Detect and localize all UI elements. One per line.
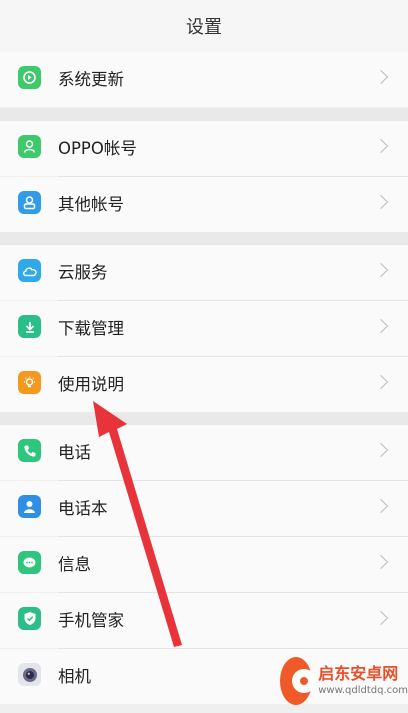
camera-icon bbox=[18, 663, 41, 686]
settings-row-other-accounts[interactable]: 其他帐号 bbox=[0, 177, 408, 232]
chevron-right-icon bbox=[373, 318, 389, 334]
shield-icon bbox=[18, 607, 41, 630]
message-icon bbox=[18, 551, 41, 574]
watermark-name: 启东安卓网 bbox=[318, 664, 399, 683]
settings-row-system-update[interactable]: 系统更新 bbox=[0, 52, 408, 107]
row-label: 手机管家 bbox=[58, 611, 124, 630]
row-label: 信息 bbox=[58, 555, 91, 574]
settings-row-download-manager[interactable]: 下载管理 bbox=[0, 301, 408, 356]
watermark-url: www.qdldtdq.com bbox=[318, 685, 408, 696]
chevron-right-icon bbox=[373, 374, 389, 390]
settings-row-cloud-service[interactable]: 云服务 bbox=[0, 245, 408, 300]
watermark: 启东安卓网 www.qdldtdq.com bbox=[278, 649, 408, 713]
section-gap bbox=[0, 232, 408, 245]
settings-row-phone-manager[interactable]: 手机管家 bbox=[0, 593, 408, 648]
row-label: 电话本 bbox=[58, 499, 108, 518]
phone-icon bbox=[18, 439, 41, 462]
settings-row-phone[interactable]: 电话 bbox=[0, 425, 408, 480]
row-label: 系统更新 bbox=[58, 70, 124, 89]
row-label: 电话 bbox=[58, 443, 91, 462]
chevron-right-icon bbox=[373, 554, 389, 570]
update-icon bbox=[18, 66, 41, 89]
section-gap bbox=[0, 108, 408, 121]
settings-row-oppo-account[interactable]: OPPO帐号 bbox=[0, 121, 408, 176]
settings-row-contacts[interactable]: 电话本 bbox=[0, 481, 408, 536]
row-label: 其他帐号 bbox=[58, 195, 124, 214]
chevron-right-icon bbox=[373, 442, 389, 458]
chevron-right-icon bbox=[373, 69, 389, 85]
chevron-right-icon bbox=[373, 194, 389, 210]
page-title: 设置 bbox=[186, 17, 222, 38]
chevron-right-icon bbox=[373, 610, 389, 626]
contacts-icon bbox=[18, 495, 41, 518]
user-icon bbox=[18, 191, 41, 214]
account-icon bbox=[18, 135, 41, 158]
bulb-icon bbox=[18, 371, 41, 394]
section-gap bbox=[0, 411, 408, 425]
row-label: 下载管理 bbox=[58, 319, 124, 338]
watermark-logo-icon bbox=[280, 657, 316, 705]
chevron-right-icon bbox=[373, 498, 389, 514]
row-label: OPPO帐号 bbox=[58, 139, 137, 158]
cloud-icon bbox=[18, 259, 41, 282]
settings-row-user-guide[interactable]: 使用说明 bbox=[0, 357, 408, 412]
row-label: 相机 bbox=[58, 667, 91, 686]
chevron-right-icon bbox=[373, 138, 389, 154]
download-icon bbox=[18, 315, 41, 338]
row-label: 云服务 bbox=[58, 263, 108, 282]
settings-row-messages[interactable]: 信息 bbox=[0, 537, 408, 592]
row-label: 使用说明 bbox=[58, 375, 124, 394]
chevron-right-icon bbox=[373, 262, 389, 278]
title-bar: 设置 bbox=[0, 0, 408, 53]
